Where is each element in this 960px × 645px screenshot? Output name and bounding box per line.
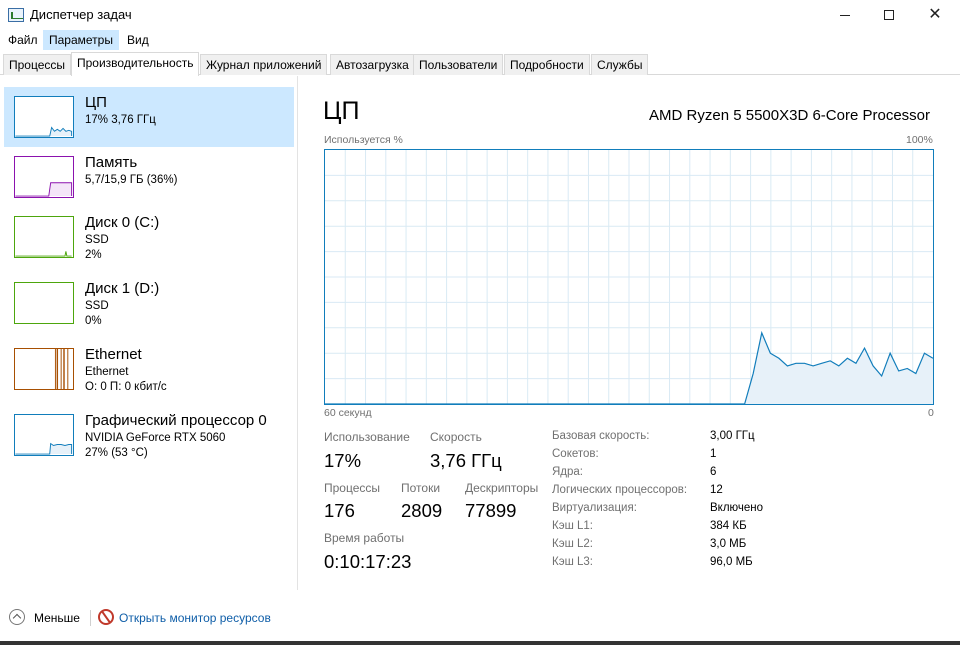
cpu-model-name: AMD Ryzen 5 5500X3D 6-Core Processor: [649, 107, 930, 124]
tab-details[interactable]: Подробности: [504, 54, 590, 75]
resource-memory[interactable]: Память 5,7/15,9 ГБ (36%): [4, 147, 294, 207]
disk0-thumbnail-graph: [14, 216, 74, 258]
spec-label: Ядра:: [552, 466, 584, 478]
spec-label: Кэш L1:: [552, 520, 593, 532]
speed-value: 3,76 ГГц: [430, 450, 502, 471]
spec-label: Виртуализация:: [552, 502, 637, 514]
close-icon: ✕: [928, 6, 942, 23]
resource-disk-0[interactable]: Диск 0 (C:) SSD 2%: [4, 207, 294, 267]
spec-value: 96,0 МБ: [710, 556, 753, 568]
threads-label: Потоки: [401, 481, 441, 495]
resource-name: Ethernet: [85, 346, 142, 363]
resource-name: Память: [85, 154, 138, 171]
processes-value: 176: [324, 500, 355, 521]
spec-label: Базовая скорость:: [552, 430, 650, 442]
tab-performance[interactable]: Производительность: [71, 52, 200, 76]
resource-cpu[interactable]: ЦП 17% 3,76 ГГц: [4, 87, 294, 147]
spec-value: 3,00 ГГц: [710, 430, 755, 442]
resource-name: ЦП: [85, 94, 107, 111]
resource-detail-2: 0%: [85, 315, 102, 327]
graph-x-left: 60 секунд: [324, 407, 372, 419]
graph-x-right: 0: [928, 407, 934, 419]
open-resource-monitor-link[interactable]: Открыть монитор ресурсов: [119, 611, 271, 625]
resource-detail: SSD: [85, 300, 109, 312]
spec-value: 384 КБ: [710, 520, 747, 532]
resource-detail: NVIDIA GeForce RTX 5060: [85, 432, 226, 444]
window-bottom-edge: [0, 641, 960, 645]
resource-detail-2: О: 0 П: 0 кбит/с: [85, 381, 167, 393]
gpu-thumbnail-graph: [14, 414, 74, 456]
minimize-button[interactable]: [822, 0, 868, 30]
menu-options[interactable]: Параметры: [43, 30, 119, 50]
resource-detail: 17% 3,76 ГГц: [85, 114, 156, 126]
resource-detail-2: 27% (53 °C): [85, 447, 148, 459]
ethernet-thumbnail-graph: [14, 348, 74, 390]
tab-processes[interactable]: Процессы: [3, 54, 72, 75]
uptime-value: 0:10:17:23: [324, 551, 412, 572]
resource-detail: SSD: [85, 234, 109, 246]
graph-y-max: 100%: [906, 134, 933, 146]
resource-name: Графический процессор 0: [85, 412, 267, 429]
usage-value: 17%: [324, 450, 362, 471]
close-button[interactable]: ✕: [912, 0, 958, 30]
memory-thumbnail-graph: [14, 156, 74, 198]
tab-bar: Процессы Производительность Журнал прило…: [0, 52, 960, 76]
tab-services[interactable]: Службы: [591, 54, 649, 75]
spec-value: 3,0 МБ: [710, 538, 747, 550]
spec-label: Логических процессоров:: [552, 484, 688, 496]
uptime-label: Время работы: [324, 531, 405, 545]
maximize-icon: [884, 10, 894, 20]
resource-name: Диск 0 (C:): [85, 214, 160, 231]
resource-gpu-0[interactable]: Графический процессор 0 NVIDIA GeForce R…: [4, 405, 294, 465]
spec-label: Кэш L3:: [552, 556, 593, 568]
threads-value: 2809: [401, 500, 443, 521]
resource-name: Диск 1 (D:): [85, 280, 160, 297]
spec-label: Сокетов:: [552, 448, 599, 460]
menu-bar: Файл Параметры Вид: [0, 30, 960, 50]
tab-startup[interactable]: Автозагрузка: [330, 54, 415, 75]
window-title: Диспетчер задач: [30, 7, 132, 22]
processes-label: Процессы: [324, 481, 381, 495]
disk1-thumbnail-graph: [14, 282, 74, 324]
maximize-button[interactable]: [866, 0, 912, 30]
footer-divider: [90, 610, 91, 626]
spec-value: Включено: [710, 502, 764, 514]
cpu-usage-graph: [324, 149, 934, 405]
resource-detail: Ethernet: [85, 366, 129, 378]
spec-value: 1: [710, 448, 717, 460]
resource-disk-1[interactable]: Диск 1 (D:) SSD 0%: [4, 273, 294, 333]
fewer-details-button[interactable]: Меньше: [34, 611, 80, 625]
handles-value: 77899: [465, 500, 517, 521]
usage-label: Использование: [324, 430, 410, 444]
chevron-up-icon[interactable]: [9, 609, 25, 625]
minimize-icon: [840, 14, 850, 16]
resource-detail-2: 2%: [85, 249, 102, 261]
title-bar: Диспетчер задач ✕: [0, 0, 960, 30]
graph-y-label: Используется %: [324, 134, 403, 146]
speed-label: Скорость: [430, 430, 482, 444]
resource-list: ЦП 17% 3,76 ГГц Память 5,7/15,9 ГБ (36%)…: [0, 76, 298, 590]
page-title: ЦП: [323, 97, 360, 125]
cpu-thumbnail-graph: [14, 96, 74, 138]
spec-value: 6: [710, 466, 717, 478]
menu-view[interactable]: Вид: [121, 30, 155, 50]
resource-ethernet[interactable]: Ethernet Ethernet О: 0 П: 0 кбит/с: [4, 339, 294, 399]
menu-file[interactable]: Файл: [2, 30, 44, 50]
tab-app-history[interactable]: Журнал приложений: [200, 54, 328, 75]
handles-label: Дескрипторы: [465, 481, 539, 495]
resource-detail: 5,7/15,9 ГБ (36%): [85, 174, 178, 186]
footer: Меньше Открыть монитор ресурсов: [0, 600, 960, 645]
resource-monitor-icon: [98, 609, 114, 625]
task-manager-icon: [8, 8, 24, 22]
spec-label: Кэш L2:: [552, 538, 593, 550]
spec-value: 12: [710, 484, 723, 496]
tab-users[interactable]: Пользователи: [413, 54, 504, 75]
